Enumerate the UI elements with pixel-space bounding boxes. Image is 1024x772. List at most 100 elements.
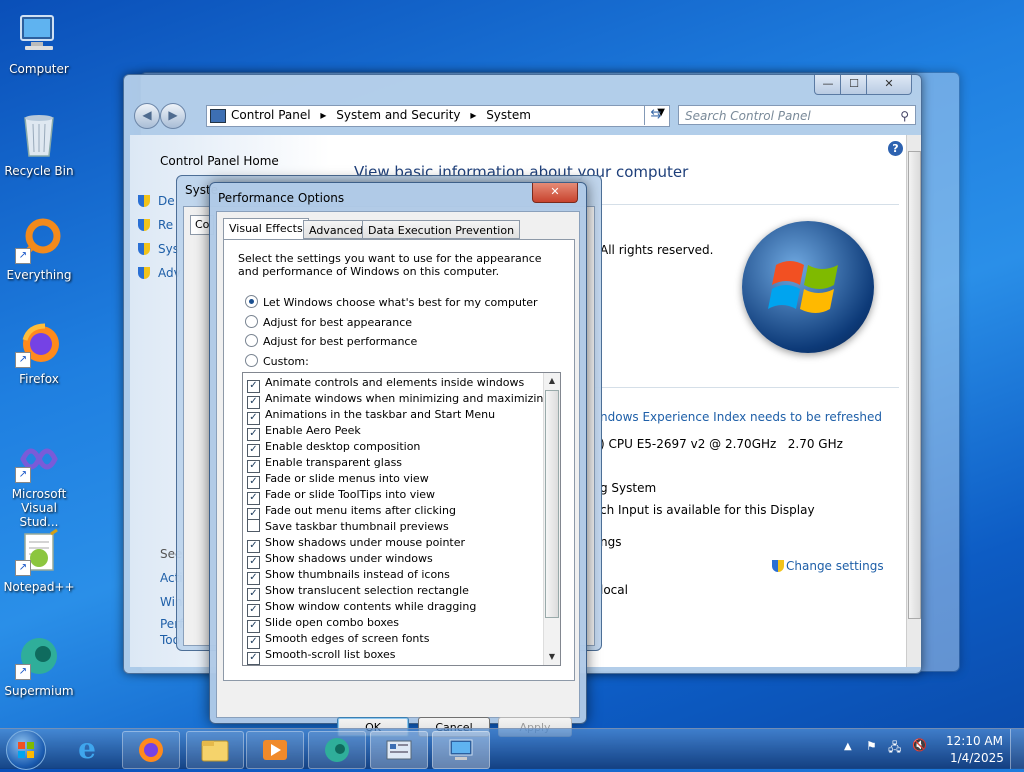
radio-best-performance[interactable]: Adjust for best performance — [245, 334, 417, 348]
change-settings-link[interactable]: Change settings — [772, 559, 884, 573]
list-item[interactable]: ✓ Smooth-scroll list boxes — [247, 647, 396, 665]
list-item-label: Fade out menu items after clicking — [265, 504, 456, 517]
list-item[interactable]: ✓ Show shadows under mouse pointer — [247, 535, 465, 553]
desktop-icon-firefox[interactable]: ↗ Firefox — [2, 320, 76, 386]
radio-custom[interactable]: Custom: — [245, 354, 309, 368]
list-item-label: Show shadows under windows — [265, 552, 433, 565]
list-item[interactable]: ✓ Enable desktop composition — [247, 439, 420, 457]
radio-button-selected[interactable] — [245, 295, 258, 308]
maximize-button[interactable]: ☐ — [840, 75, 868, 95]
shield-icon — [138, 219, 150, 231]
desktop-icon-computer[interactable]: Computer — [2, 10, 76, 76]
shield-icon — [138, 195, 150, 207]
list-item[interactable]: ✓ Show shadows under windows — [247, 551, 433, 569]
notepadpp-icon: ↗ — [15, 528, 63, 576]
search-icon[interactable]: ⚲ — [900, 106, 909, 126]
back-button[interactable]: ◀ — [134, 103, 160, 129]
list-item[interactable]: ✓ Enable transparent glass — [247, 455, 402, 473]
list-item[interactable]: Save taskbar thumbnail previews — [247, 519, 449, 535]
scroll-down-arrow[interactable]: ▼ — [544, 649, 560, 665]
taskbar-control-panel[interactable] — [370, 731, 428, 769]
tab-visual-effects[interactable]: Visual Effects — [223, 218, 309, 239]
list-item-label: Smooth edges of screen fonts — [265, 632, 430, 645]
forward-button[interactable]: ▶ — [160, 103, 186, 129]
list-item[interactable]: ✓ Fade or slide menus into view — [247, 471, 429, 489]
list-item[interactable]: ✓ Fade out menu items after clicking — [247, 503, 456, 521]
list-item[interactable]: ✓ Show thumbnails instead of icons — [247, 567, 450, 585]
sidebar-item-remote[interactable]: Re — [138, 213, 181, 237]
desktop-icon-everything[interactable]: ↗ Everything — [2, 216, 76, 282]
radio-button[interactable] — [245, 315, 258, 328]
workgroup-value: local — [600, 583, 628, 597]
list-item[interactable]: ✓ Show translucent selection rectangle — [247, 583, 469, 601]
vertical-scrollbar[interactable] — [906, 135, 921, 667]
radio-let-windows-choose[interactable]: Let Windows choose what's best for my co… — [245, 295, 538, 309]
shortcut-arrow-icon: ↗ — [15, 248, 31, 264]
taskbar-firefox[interactable] — [122, 731, 180, 769]
radio-best-appearance[interactable]: Adjust for best appearance — [245, 315, 412, 329]
tab-advanced[interactable]: Advanced — [303, 220, 370, 239]
radio-button[interactable] — [245, 354, 258, 367]
radio-button[interactable] — [245, 334, 258, 347]
sidebar-item-system-protection[interactable]: Sys — [138, 237, 181, 261]
computer-name-section: ngs — [600, 535, 622, 549]
scroll-up-arrow[interactable]: ▲ — [544, 373, 560, 389]
clock-date[interactable]: 1/4/2025 — [950, 751, 1004, 765]
list-item[interactable]: ✓ Show window contents while dragging — [247, 599, 476, 617]
show-desktop-button[interactable] — [1010, 729, 1024, 769]
breadcrumb-system-security[interactable]: System and Security — [336, 108, 460, 122]
taskbar-media-player[interactable] — [246, 731, 304, 769]
breadcrumb-system[interactable]: System — [486, 108, 531, 122]
scroll-thumb[interactable] — [908, 151, 921, 619]
scroll-thumb[interactable] — [545, 390, 559, 618]
shortcut-arrow-icon: ↗ — [15, 467, 31, 483]
list-item[interactable]: ✓ Animate controls and elements inside wi… — [247, 375, 524, 393]
shortcut-arrow-icon: ↗ — [15, 664, 31, 680]
checkbox-unchecked[interactable] — [247, 519, 260, 532]
help-icon[interactable]: ? — [888, 141, 903, 156]
list-item-label: Show thumbnails instead of icons — [265, 568, 450, 581]
internet-explorer-icon[interactable]: e — [70, 733, 104, 765]
shield-icon — [138, 243, 150, 255]
recycle-bin-icon — [15, 112, 63, 160]
desktop-icon-label: Firefox — [19, 372, 59, 386]
network-icon[interactable]: 🖧 — [888, 738, 901, 759]
dialog-title: Performance Options — [218, 191, 345, 205]
visual-effects-list[interactable]: ✓ Animate controls and elements inside wi… — [242, 372, 561, 666]
desktop-icon-recycle-bin[interactable]: Recycle Bin — [2, 112, 76, 178]
sidebar-item-advanced[interactable]: Adv — [138, 261, 181, 285]
search-input[interactable]: Search Control Panel ⚲ — [678, 105, 916, 125]
refresh-button[interactable]: ⇆ — [644, 105, 667, 125]
list-scrollbar[interactable]: ▲ ▼ — [543, 373, 560, 665]
windows-flag-icon — [18, 742, 34, 758]
show-hidden-icons-chevron[interactable]: ▲ — [844, 741, 852, 752]
address-bar[interactable]: Control Panel ▸ System and Security ▸ Sy… — [206, 105, 670, 127]
clock-time[interactable]: 12:10 AM — [946, 734, 1003, 748]
minimize-button[interactable]: — — [814, 75, 842, 95]
close-button[interactable]: ✕ — [532, 183, 578, 203]
list-item[interactable]: ✓ Slide open combo boxes — [247, 615, 399, 633]
list-item-label: Enable Aero Peek — [265, 424, 361, 437]
taskbar-explorer[interactable] — [186, 731, 244, 769]
tab-data-execution-prevention[interactable]: Data Execution Prevention — [362, 220, 521, 239]
list-item[interactable]: ✓ Fade or slide ToolTips into view — [247, 487, 435, 505]
sidebar-item-device-manager[interactable]: De — [138, 189, 181, 213]
control-panel-icon — [386, 740, 412, 760]
list-item[interactable]: ✓ Animate windows when minimizing and max… — [247, 391, 550, 409]
desktop-icon-supermium[interactable]: ↗ Supermium — [2, 632, 76, 698]
close-button[interactable]: ✕ — [866, 75, 912, 95]
action-center-icon[interactable]: ⚑ — [866, 739, 877, 753]
control-panel-home-link[interactable]: Control Panel Home — [160, 154, 279, 168]
taskbar-supermium[interactable] — [308, 731, 366, 769]
volume-muted-icon[interactable]: 🔇 — [912, 738, 927, 752]
list-item[interactable]: ✓ Animations in the taskbar and Start Men… — [247, 407, 495, 425]
breadcrumb-control-panel[interactable]: Control Panel — [231, 108, 311, 122]
start-button[interactable] — [6, 730, 46, 770]
checkbox-checked[interactable]: ✓ — [247, 652, 260, 665]
list-item[interactable]: ✓ Smooth edges of screen fonts — [247, 631, 430, 649]
experience-index-link[interactable]: ndows Experience Index needs to be refre… — [600, 410, 882, 424]
desktop-icon-notepadpp[interactable]: ↗ Notepad++ — [2, 528, 76, 594]
list-item[interactable]: ✓ Enable Aero Peek — [247, 423, 361, 441]
taskbar-system-properties[interactable] — [432, 731, 490, 769]
desktop-icon-visual-studio[interactable]: ↗ Microsoft Visual Stud... — [2, 435, 76, 529]
